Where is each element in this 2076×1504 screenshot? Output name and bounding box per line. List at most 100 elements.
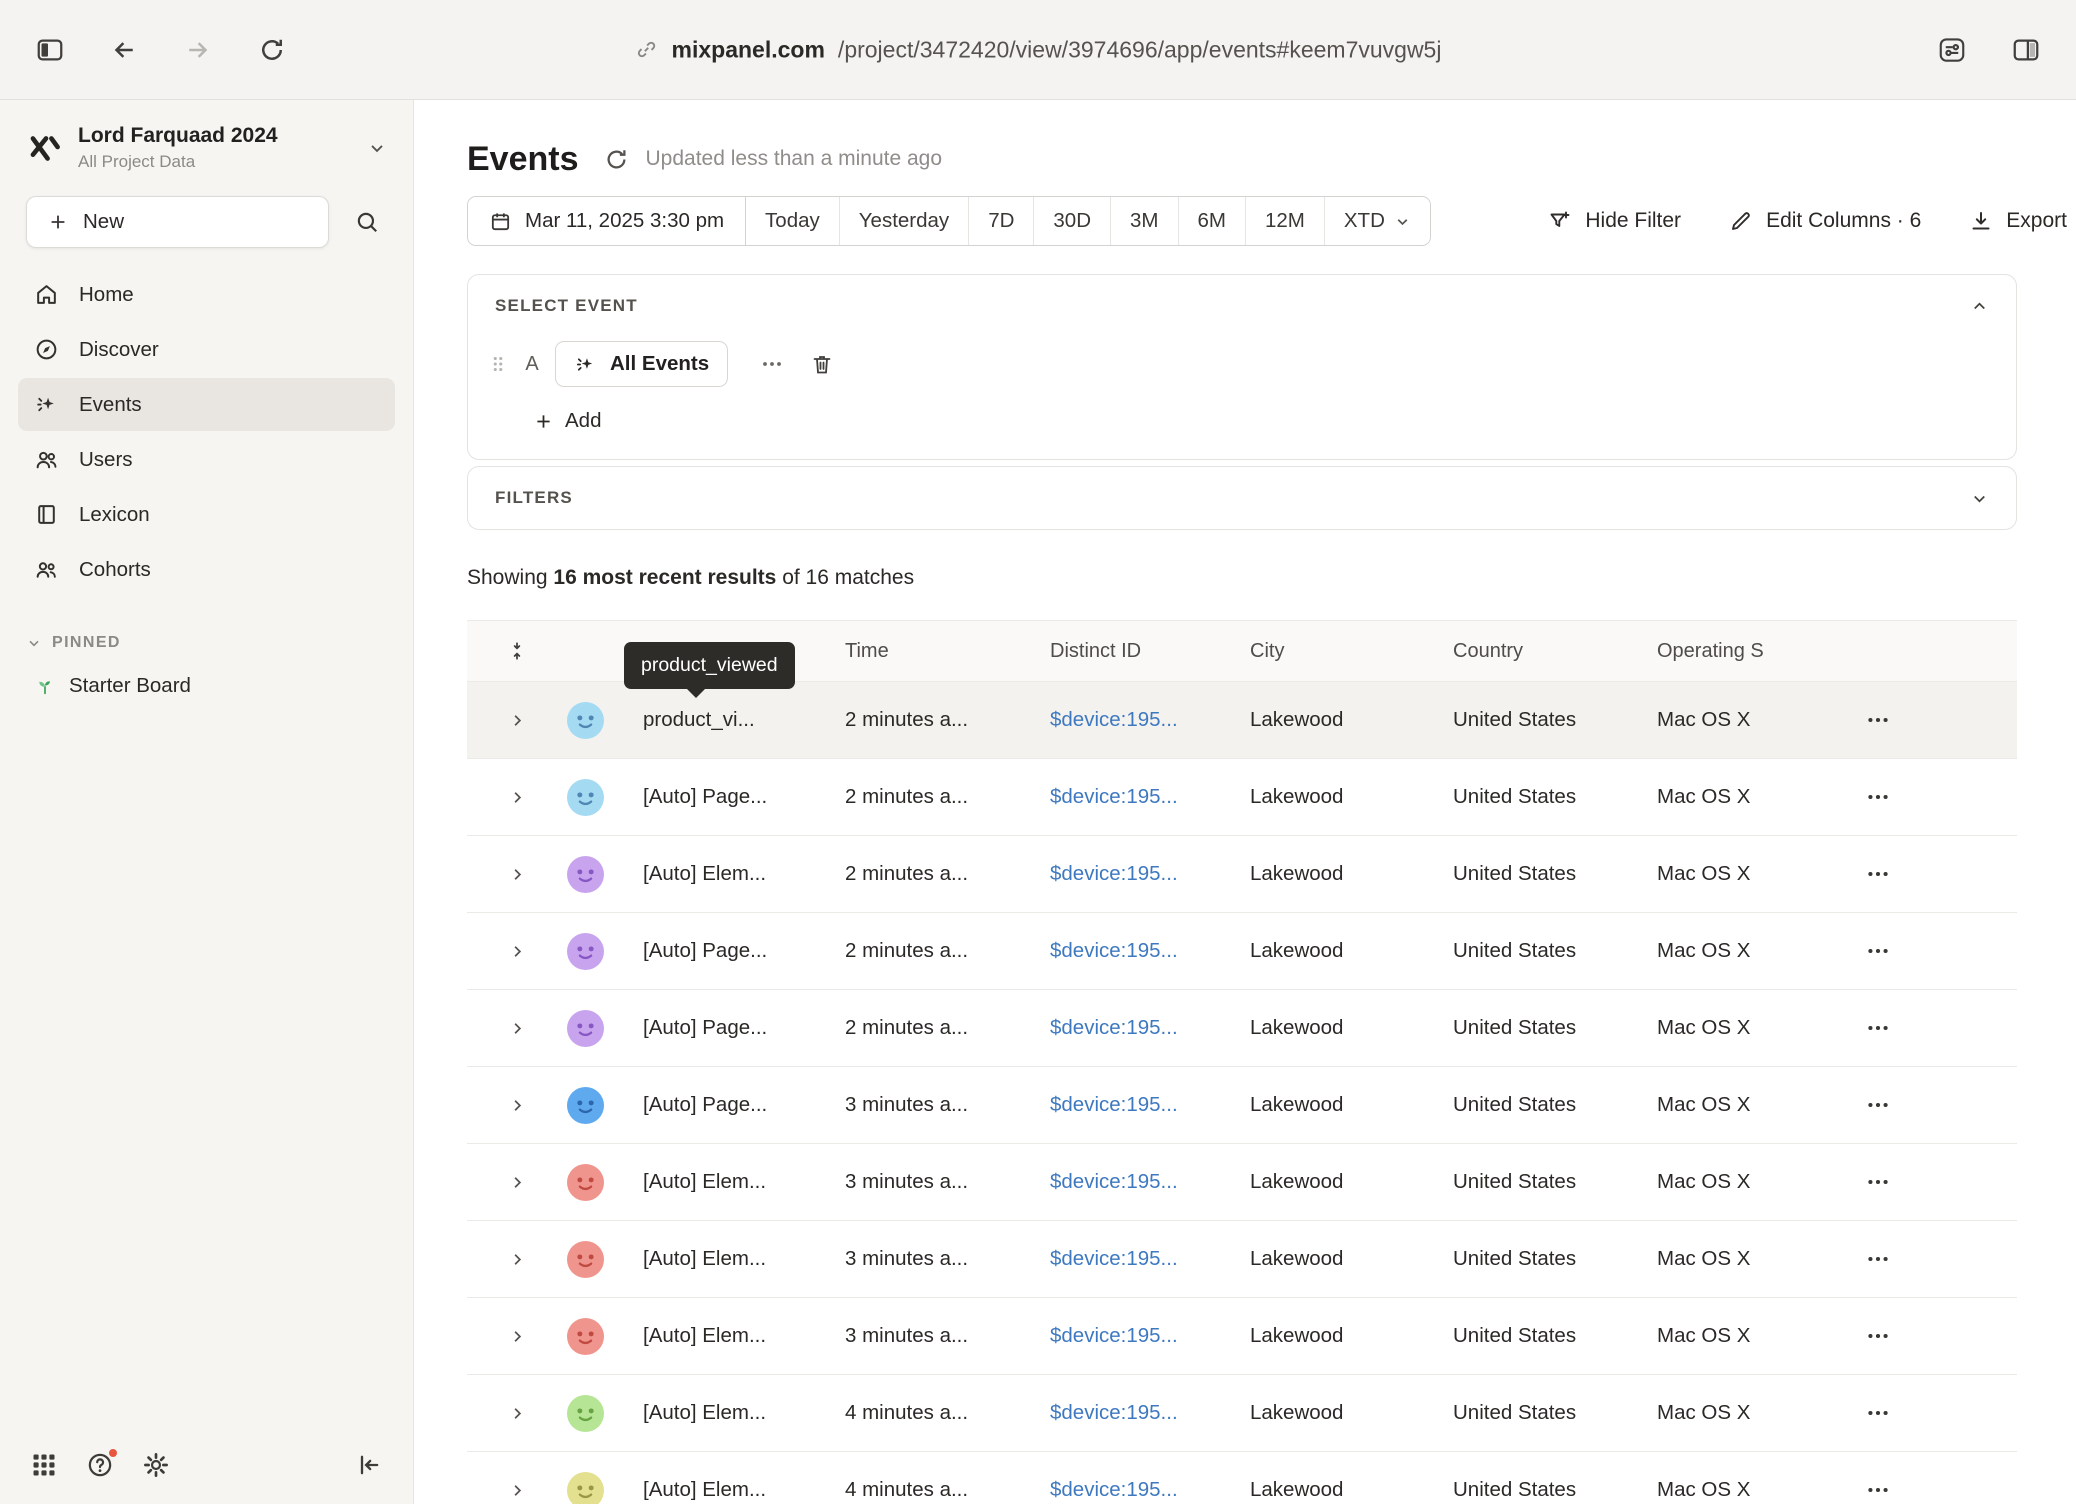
table-row[interactable]: [Auto] Elem... 3 minutes a... $device:19… bbox=[467, 1297, 2017, 1374]
event-more-button[interactable] bbox=[760, 352, 784, 376]
url-bar[interactable]: mixpanel.com/project/3472420/view/397469… bbox=[635, 36, 1442, 63]
table-row[interactable]: [Auto] Page... 2 minutes a... $device:19… bbox=[467, 989, 2017, 1066]
date-picker-button[interactable]: Mar 11, 2025 3:30 pm bbox=[468, 197, 746, 245]
row-actions-button[interactable] bbox=[1849, 1246, 1891, 1272]
distinct-id-link[interactable]: $device:195... bbox=[1050, 1016, 1250, 1040]
browser-back-button[interactable] bbox=[100, 26, 148, 74]
table-row[interactable]: [Auto] Elem... 4 minutes a... $device:19… bbox=[467, 1451, 2017, 1504]
column-header-os[interactable]: Operating S bbox=[1657, 640, 1849, 663]
event-name[interactable]: [Auto] Page... bbox=[613, 1093, 845, 1117]
distinct-id-link[interactable]: $device:195... bbox=[1050, 1247, 1250, 1271]
event-name[interactable]: [Auto] Elem... bbox=[613, 1247, 845, 1271]
search-button[interactable] bbox=[343, 198, 391, 246]
distinct-id-link[interactable]: $device:195... bbox=[1050, 862, 1250, 886]
row-actions-button[interactable] bbox=[1849, 1092, 1891, 1118]
row-expand-chevron[interactable] bbox=[508, 942, 527, 961]
browser-reload-button[interactable] bbox=[248, 26, 296, 74]
filters-header[interactable]: FILTERS bbox=[468, 467, 2016, 529]
sidebar-item-home[interactable]: Home bbox=[18, 268, 395, 321]
delete-event-button[interactable] bbox=[810, 352, 834, 376]
row-expand-chevron[interactable] bbox=[508, 1250, 527, 1269]
row-actions-button[interactable] bbox=[1849, 1015, 1891, 1041]
sidebar-item-cohorts[interactable]: Cohorts bbox=[18, 543, 395, 596]
row-actions-button[interactable] bbox=[1849, 1169, 1891, 1195]
browser-forward-button[interactable] bbox=[174, 26, 222, 74]
distinct-id-link[interactable]: $device:195... bbox=[1050, 1478, 1250, 1502]
range-12m[interactable]: 12M bbox=[1246, 197, 1325, 245]
sidebar-item-lexicon[interactable]: Lexicon bbox=[18, 488, 395, 541]
range-7d[interactable]: 7D bbox=[969, 197, 1034, 245]
row-expand-chevron[interactable] bbox=[508, 1327, 527, 1346]
range-yesterday[interactable]: Yesterday bbox=[840, 197, 969, 245]
distinct-id-link[interactable]: $device:195... bbox=[1050, 1324, 1250, 1348]
drag-handle[interactable] bbox=[487, 353, 509, 375]
table-row[interactable]: [Auto] Page... 3 minutes a... $device:19… bbox=[467, 1066, 2017, 1143]
event-name[interactable]: product_vi... bbox=[613, 708, 845, 732]
row-expand-chevron[interactable] bbox=[508, 1404, 527, 1423]
pinned-section-toggle[interactable]: PINNED bbox=[0, 602, 413, 660]
select-event-header[interactable]: SELECT EVENT bbox=[468, 275, 2016, 337]
event-name[interactable]: [Auto] Elem... bbox=[613, 862, 845, 886]
range-6m[interactable]: 6M bbox=[1179, 197, 1246, 245]
event-name[interactable]: [Auto] Elem... bbox=[613, 1170, 845, 1194]
settings-button[interactable] bbox=[142, 1451, 170, 1479]
event-name[interactable]: [Auto] Elem... bbox=[613, 1478, 845, 1502]
help-button[interactable] bbox=[86, 1451, 114, 1479]
row-actions-button[interactable] bbox=[1849, 707, 1891, 733]
browser-split-view-button[interactable] bbox=[2002, 26, 2050, 74]
all-events-chip[interactable]: All Events bbox=[555, 341, 728, 387]
event-name[interactable]: [Auto] Page... bbox=[613, 1016, 845, 1040]
column-header-time[interactable]: Time bbox=[845, 640, 1050, 663]
row-expand-chevron[interactable] bbox=[508, 1096, 527, 1115]
range-30d[interactable]: 30D bbox=[1034, 197, 1111, 245]
refresh-button[interactable] bbox=[603, 146, 630, 173]
event-name[interactable]: [Auto] Elem... bbox=[613, 1401, 845, 1425]
row-actions-button[interactable] bbox=[1849, 861, 1891, 887]
distinct-id-link[interactable]: $device:195... bbox=[1050, 1170, 1250, 1194]
add-event-button[interactable]: Add bbox=[533, 409, 601, 433]
export-button[interactable]: Export bbox=[1969, 209, 2067, 233]
collapse-sidebar-button[interactable] bbox=[355, 1451, 383, 1479]
distinct-id-link[interactable]: $device:195... bbox=[1050, 939, 1250, 963]
sidebar-item-discover[interactable]: Discover bbox=[18, 323, 395, 376]
sidebar-item-starter-board[interactable]: Starter Board bbox=[0, 660, 413, 712]
range-3m[interactable]: 3M bbox=[1111, 197, 1178, 245]
row-actions-button[interactable] bbox=[1849, 784, 1891, 810]
table-row[interactable]: [Auto] Elem... 4 minutes a... $device:19… bbox=[467, 1374, 2017, 1451]
row-expand-chevron[interactable] bbox=[508, 1481, 527, 1500]
column-header-country[interactable]: Country bbox=[1453, 640, 1657, 663]
row-actions-button[interactable] bbox=[1849, 1323, 1891, 1349]
table-row[interactable]: [Auto] Page... 2 minutes a... $device:19… bbox=[467, 758, 2017, 835]
table-row[interactable]: [Auto] Page... 2 minutes a... $device:19… bbox=[467, 912, 2017, 989]
project-switcher[interactable]: Lord Farquaad 2024 All Project Data bbox=[0, 100, 413, 190]
event-name[interactable]: [Auto] Page... bbox=[613, 785, 845, 809]
sidebar-item-users[interactable]: Users bbox=[18, 433, 395, 486]
event-name[interactable]: [Auto] Page... bbox=[613, 939, 845, 963]
row-expand-chevron[interactable] bbox=[508, 711, 527, 730]
range-xtd[interactable]: XTD bbox=[1325, 197, 1430, 245]
sidebar-item-events[interactable]: Events bbox=[18, 378, 395, 431]
browser-tune-button[interactable] bbox=[1928, 26, 1976, 74]
distinct-id-link[interactable]: $device:195... bbox=[1050, 708, 1250, 732]
row-expand-chevron[interactable] bbox=[508, 788, 527, 807]
row-actions-button[interactable] bbox=[1849, 938, 1891, 964]
table-row[interactable]: [Auto] Elem... 3 minutes a... $device:19… bbox=[467, 1143, 2017, 1220]
edit-columns-button[interactable]: Edit Columns · 6 bbox=[1729, 209, 1921, 233]
row-actions-button[interactable] bbox=[1849, 1477, 1891, 1503]
range-today[interactable]: Today bbox=[746, 197, 840, 245]
column-header-city[interactable]: City bbox=[1250, 640, 1453, 663]
table-row[interactable]: [Auto] Elem... 3 minutes a... $device:19… bbox=[467, 1220, 2017, 1297]
distinct-id-link[interactable]: $device:195... bbox=[1050, 785, 1250, 809]
row-expand-chevron[interactable] bbox=[508, 1019, 527, 1038]
row-expand-chevron[interactable] bbox=[508, 1173, 527, 1192]
row-actions-button[interactable] bbox=[1849, 1400, 1891, 1426]
distinct-id-link[interactable]: $device:195... bbox=[1050, 1093, 1250, 1117]
browser-sidebar-toggle-button[interactable] bbox=[26, 26, 74, 74]
row-expand-chevron[interactable] bbox=[508, 865, 527, 884]
apps-grid-button[interactable] bbox=[30, 1451, 58, 1479]
column-header-distinct-id[interactable]: Distinct ID bbox=[1050, 640, 1250, 663]
new-button[interactable]: New bbox=[26, 196, 329, 248]
collapse-all-rows-button[interactable] bbox=[506, 640, 528, 662]
hide-filter-button[interactable]: Hide Filter bbox=[1548, 209, 1681, 233]
event-name[interactable]: [Auto] Elem... bbox=[613, 1324, 845, 1348]
